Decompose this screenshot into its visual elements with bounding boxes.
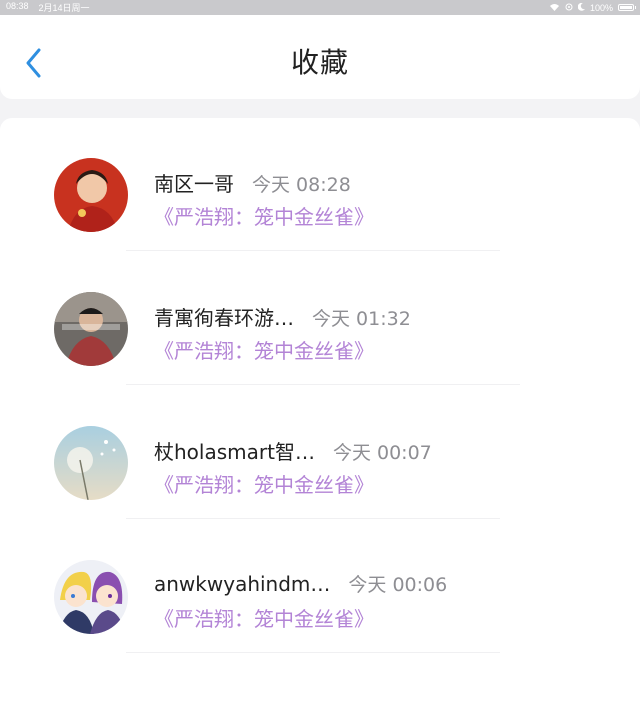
divider (126, 250, 500, 251)
item-link[interactable]: 《严浩翔：笼中金丝雀》 (154, 335, 374, 364)
divider (126, 652, 500, 653)
item-time: 今天 08:28 (252, 174, 351, 196)
item-link[interactable]: 《严浩翔：笼中金丝雀》 (154, 201, 374, 230)
wifi-icon (549, 3, 560, 13)
item-time: 今天 01:32 (312, 308, 411, 330)
item-name: 青寓徇春环游… (154, 306, 294, 330)
item-name: 南区一哥 (154, 172, 234, 196)
list-item[interactable]: anwkwyahindm… 今天 00:06 《严浩翔：笼中金丝雀》 (0, 560, 640, 694)
avatar[interactable] (54, 158, 128, 232)
list-item[interactable]: 青寓徇春环游… 今天 01:32 《严浩翔：笼中金丝雀》 (0, 292, 640, 426)
divider (126, 384, 520, 385)
status-time: 08:38 (6, 1, 29, 11)
item-name: anwkwyahindm… (154, 572, 331, 596)
battery-icon (618, 4, 636, 11)
item-time: 今天 00:07 (332, 442, 432, 464)
item-link[interactable]: 《严浩翔：笼中金丝雀》 (154, 603, 374, 632)
divider (126, 518, 500, 519)
moon-icon (577, 2, 585, 13)
avatar[interactable] (54, 426, 128, 500)
avatar[interactable] (54, 560, 128, 634)
avatar[interactable] (54, 292, 128, 366)
location-icon (565, 3, 573, 13)
status-date: 2月14日周一 (38, 3, 90, 13)
list-item[interactable]: 杖holasmart智… 今天 00:07 《严浩翔：笼中金丝雀》 (0, 426, 640, 560)
list-item[interactable]: 南区一哥 今天 08:28 《严浩翔：笼中金丝雀》 (0, 158, 640, 292)
item-time: 今天 00:06 (348, 574, 448, 596)
favorites-list: 南区一哥 今天 08:28 《严浩翔：笼中金丝雀》 青寓徇春环游… 今天 01:… (0, 118, 640, 718)
battery-percent: 100% (589, 2, 613, 13)
item-name: 杖holasmart智… (154, 440, 315, 464)
item-link[interactable]: 《严浩翔：笼中金丝雀》 (154, 469, 374, 498)
status-bar: 08:38 2月14日周一 100% (0, 0, 640, 15)
nav-header: 收藏 (0, 15, 640, 99)
page-title: 收藏 (290, 46, 349, 79)
